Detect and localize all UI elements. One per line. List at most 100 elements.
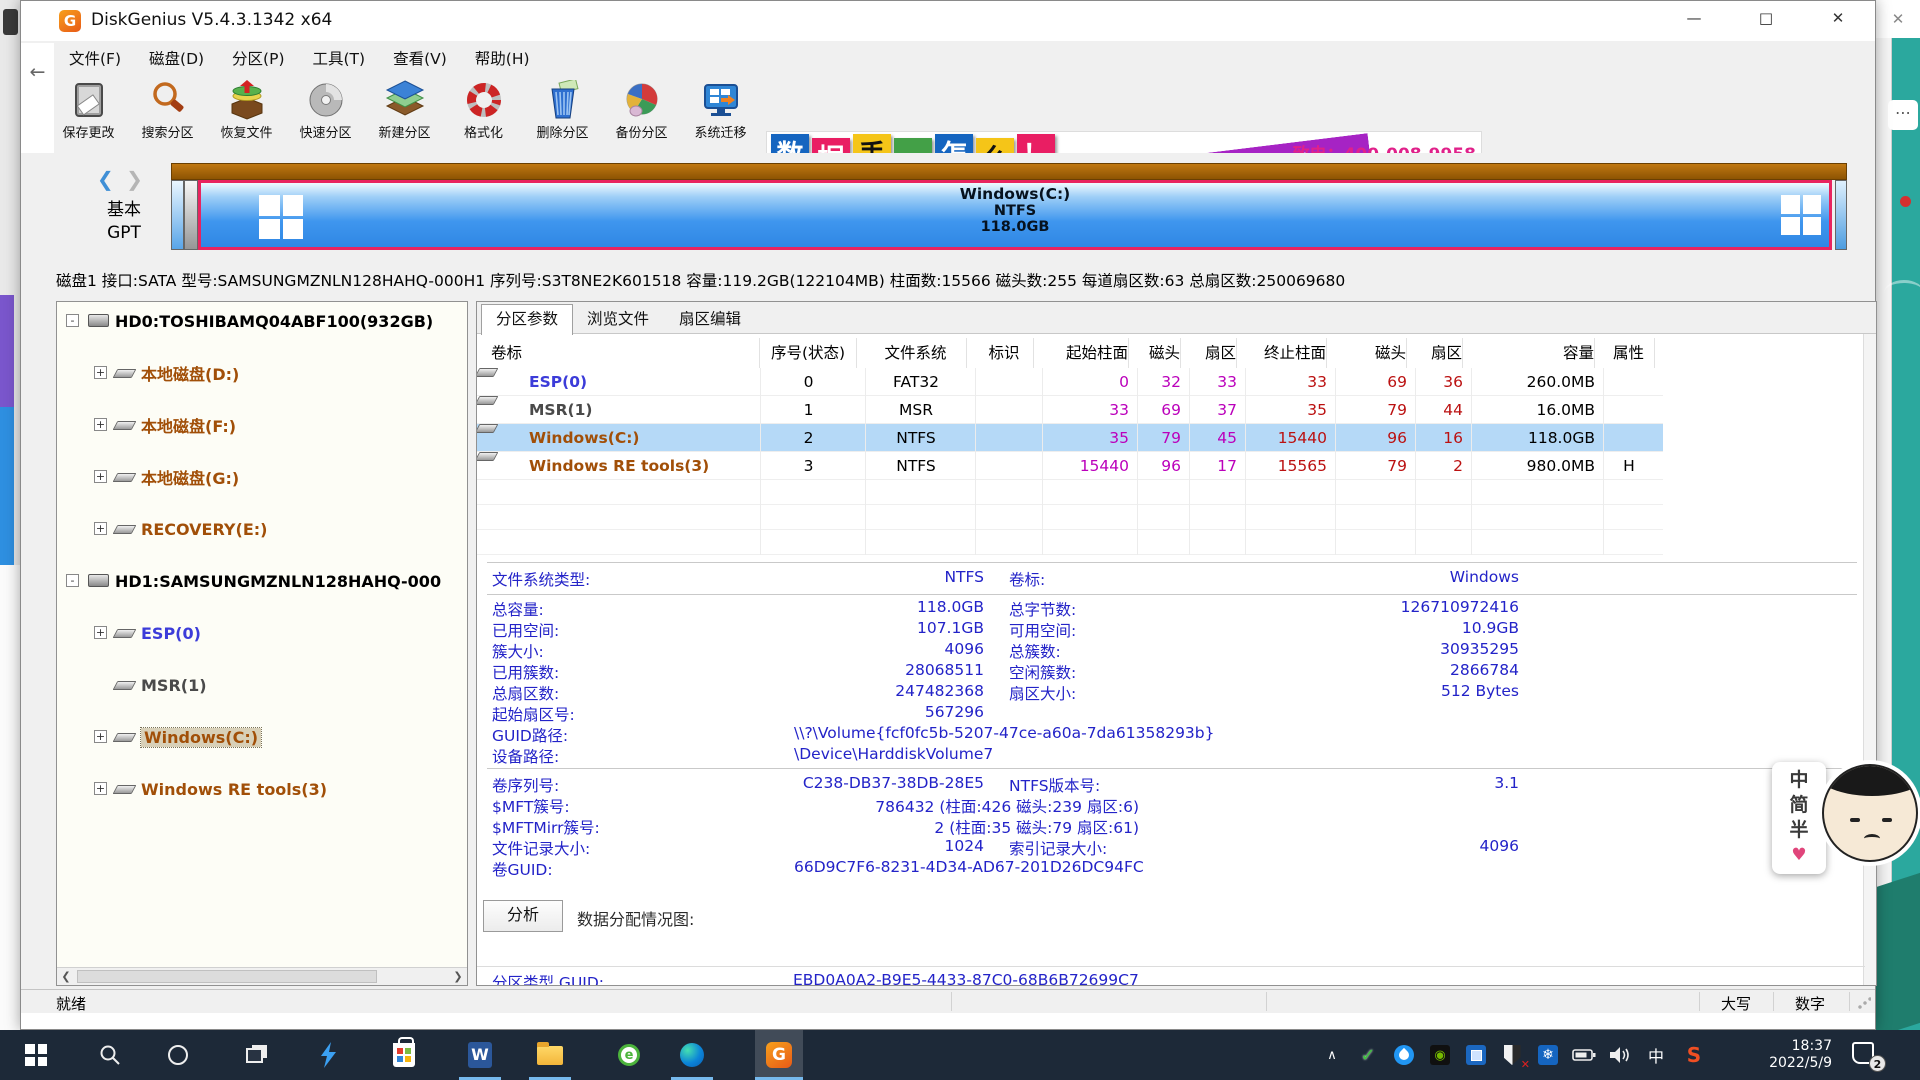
tree-item-1[interactable]: +本地磁盘(D:)	[57, 360, 467, 386]
row-cell: 36	[1415, 368, 1463, 396]
table-row-Windows(C:)[interactable]: Windows(C:)2NTFS357945154409616118.0GB	[477, 424, 1663, 452]
menu-item-4[interactable]: 查看(V)	[379, 43, 461, 73]
scroll-right-icon[interactable]: ❯	[449, 968, 467, 985]
scrollbar-thumb[interactable]	[77, 970, 377, 983]
tray-thunder-icon[interactable]	[1390, 1042, 1418, 1068]
table-row-ESP(0)[interactable]: ESP(0)0FAT3203233336936260.0MB	[477, 368, 1663, 396]
toolbar-button-1[interactable]: 搜索分区	[128, 77, 207, 151]
tray-sogou-icon[interactable]: S	[1680, 1042, 1708, 1068]
menu-item-2[interactable]: 分区(P)	[218, 43, 298, 73]
tray-antivirus-icon[interactable]: ✓	[1354, 1042, 1382, 1068]
tree-item-8[interactable]: +Windows(C:)	[57, 724, 467, 750]
expand-icon[interactable]: +	[94, 782, 107, 795]
column-header-文件系统[interactable]: 文件系统	[865, 338, 967, 368]
toolbar-button-6[interactable]: 删除分区	[523, 77, 602, 151]
tree-item-5[interactable]: -HD1:SAMSUNGMZNLN128HAHQ-000	[57, 568, 467, 594]
ime-status-widget[interactable]: 中简半♥	[1772, 762, 1826, 874]
menu-item-1[interactable]: 磁盘(D)	[135, 43, 218, 73]
column-header-卷标[interactable]: 卷标	[491, 338, 760, 368]
column-header-磁头[interactable]: 磁头	[1335, 338, 1407, 368]
collapse-icon[interactable]: -	[66, 314, 79, 327]
close-button[interactable]: ✕	[1815, 1, 1861, 35]
tree-item-0[interactable]: -HD0:TOSHIBAMQ04ABF100(932GB)	[57, 308, 467, 334]
toolbar-button-5[interactable]: 格式化	[444, 77, 523, 151]
expand-icon[interactable]: +	[94, 730, 107, 743]
search-button[interactable]	[86, 1030, 134, 1080]
notification-center-button[interactable]: 2	[1852, 1042, 1882, 1068]
edge-button[interactable]	[668, 1030, 716, 1080]
tree-horizontal-scrollbar[interactable]: ❮❯	[57, 967, 467, 985]
toolbar-button-8[interactable]: 系统迁移	[681, 77, 760, 151]
tree-item-3[interactable]: +本地磁盘(G:)	[57, 464, 467, 490]
tree-item-4[interactable]: +RECOVERY(E:)	[57, 516, 467, 542]
toolbar-button-0[interactable]: 保存更改	[49, 77, 128, 151]
toolbar-button-4[interactable]: 新建分区	[365, 77, 444, 151]
disk-nav-arrows[interactable]: ❮ ❯	[97, 167, 143, 191]
taskbar-clock[interactable]: 18:372022/5/9	[1722, 1038, 1832, 1072]
tray-security-shield-icon[interactable]: ✕	[1498, 1042, 1526, 1068]
diskgenius-button[interactable]: G	[755, 1030, 803, 1080]
toolbar-button-3[interactable]: 快速分区	[286, 77, 365, 151]
partition-block-windows-c[interactable]: Windows(C:) NTFS 118.0GB	[198, 180, 1832, 250]
expand-icon[interactable]: +	[94, 522, 107, 535]
task-view-button[interactable]	[230, 1030, 278, 1080]
ime-heart-icon[interactable]: ♥	[1791, 843, 1806, 867]
column-header-扇区[interactable]: 扇区	[1415, 338, 1463, 368]
column-header-容量[interactable]: 容量	[1471, 338, 1595, 368]
collapse-icon[interactable]: -	[66, 574, 79, 587]
scroll-left-icon[interactable]: ❮	[57, 968, 75, 985]
partition-block-re-tools[interactable]	[1835, 180, 1847, 250]
table-row-MSR(1)[interactable]: MSR(1)1MSR33693735794416.0MB	[477, 396, 1663, 424]
column-header-标识[interactable]: 标识	[975, 338, 1034, 368]
word-button[interactable]: W	[456, 1030, 504, 1080]
expand-icon[interactable]: +	[94, 366, 107, 379]
expand-icon[interactable]: +	[94, 418, 107, 431]
microsoft-store-button[interactable]	[380, 1030, 428, 1080]
menu-item-5[interactable]: 帮助(H)	[461, 43, 544, 73]
toolbar-button-7[interactable]: 备份分区	[602, 77, 681, 151]
tab-分区参数[interactable]: 分区参数	[481, 304, 573, 335]
resize-grip[interactable]	[1857, 996, 1871, 1010]
tab-浏览文件[interactable]: 浏览文件	[573, 305, 663, 334]
expand-icon[interactable]: +	[94, 470, 107, 483]
ime-mode-char[interactable]: 中	[1789, 768, 1808, 793]
ime-mode-char[interactable]: 简	[1789, 793, 1808, 818]
column-header-磁头[interactable]: 磁头	[1137, 338, 1181, 368]
prev-disk-icon[interactable]: ❮	[97, 167, 114, 191]
column-header-起始柱面[interactable]: 起始柱面	[1042, 338, 1129, 368]
flash-app-button[interactable]	[304, 1030, 352, 1080]
cortana-button[interactable]	[154, 1030, 202, 1080]
tray-ime-mode-icon[interactable]: 中	[1642, 1042, 1670, 1068]
tray-battery-icon[interactable]	[1570, 1042, 1598, 1068]
column-header-扇区[interactable]: 扇区	[1189, 338, 1237, 368]
expand-icon[interactable]: +	[94, 626, 107, 639]
tray-nvidia-icon[interactable]: ◉	[1426, 1042, 1454, 1068]
ime-mode-char[interactable]: 半	[1789, 818, 1808, 843]
analyze-button[interactable]: 分析	[483, 900, 563, 932]
next-disk-icon[interactable]: ❯	[126, 167, 143, 191]
menu-item-0[interactable]: 文件(F)	[55, 43, 135, 73]
column-header-序号(状态)[interactable]: 序号(状态)	[760, 338, 857, 368]
partition-block-esp[interactable]	[171, 180, 184, 250]
tray-volume-icon[interactable]	[1606, 1042, 1634, 1068]
tree-item-2[interactable]: +本地磁盘(F:)	[57, 412, 467, 438]
panel-splitter[interactable]	[468, 301, 476, 986]
file-explorer-button[interactable]	[526, 1030, 574, 1080]
tab-扇区编辑[interactable]: 扇区编辑	[665, 305, 755, 334]
minimize-button[interactable]: —	[1671, 1, 1717, 35]
column-header-终止柱面[interactable]: 终止柱面	[1245, 338, 1327, 368]
menu-item-3[interactable]: 工具(T)	[299, 43, 380, 73]
column-header-属性[interactable]: 属性	[1603, 338, 1655, 368]
tree-item-7[interactable]: MSR(1)	[57, 672, 467, 698]
tray-intel-graphics-icon[interactable]	[1462, 1042, 1490, 1068]
tray-expand-icon[interactable]: ∧	[1318, 1042, 1346, 1068]
maximize-button[interactable]: □	[1743, 1, 1789, 35]
tree-item-9[interactable]: +Windows RE tools(3)	[57, 776, 467, 802]
browser-360-button[interactable]: e	[605, 1030, 653, 1080]
table-row-Windows RE tools(3)[interactable]: Windows RE tools(3)3NTFS1544096171556579…	[477, 452, 1663, 480]
start-button[interactable]	[12, 1030, 60, 1080]
toolbar-button-2[interactable]: 恢复文件	[207, 77, 286, 151]
partition-block-msr[interactable]	[184, 180, 198, 250]
tray-freeze-icon[interactable]: ❄	[1534, 1042, 1562, 1068]
tree-item-6[interactable]: +ESP(0)	[57, 620, 467, 646]
